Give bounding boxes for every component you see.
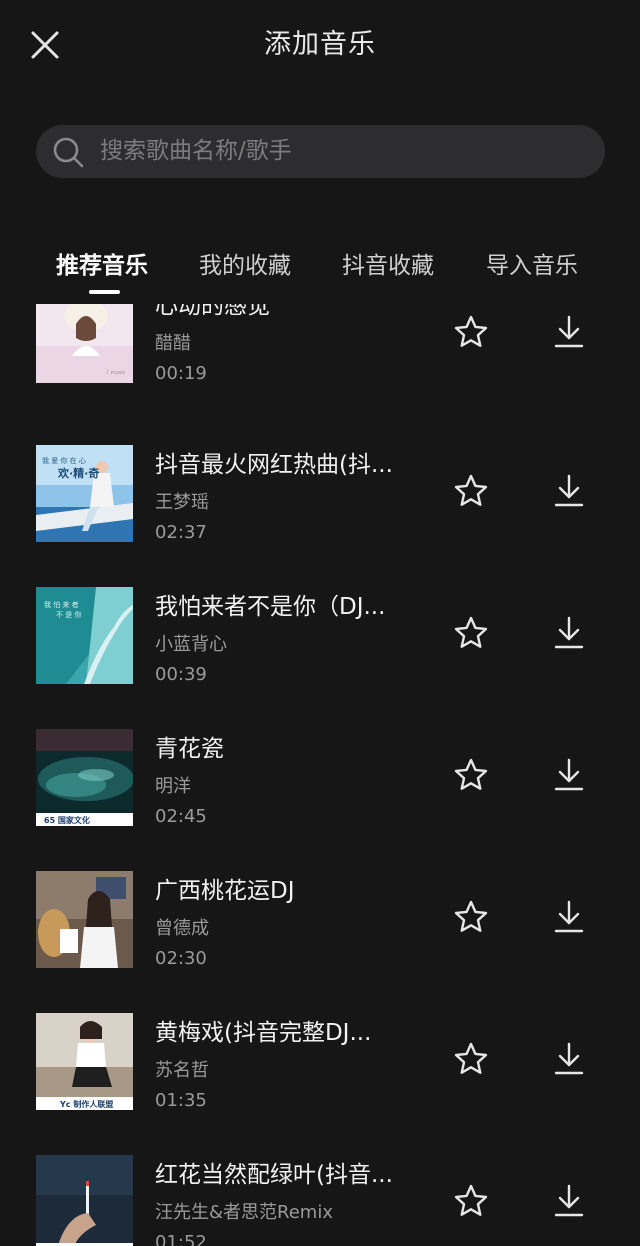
song-item[interactable]: 广西桃花运DJ 曾德成 02:30 [0, 871, 640, 1013]
favorite-button[interactable] [452, 1182, 490, 1220]
song-artist: 明洋 [155, 776, 191, 797]
song-artist: 王梦瑶 [155, 492, 209, 513]
song-list[interactable]: ♪ music 心动的感觉 醋醋 00:19 我 爱 你 在 心 欢·精·奇 抖… [0, 304, 640, 1246]
song-duration: 00:19 [155, 363, 207, 384]
album-cover [36, 1155, 133, 1246]
download-button[interactable] [550, 472, 588, 510]
download-icon [554, 616, 584, 649]
song-title: 红花当然配绿叶(抖音... [155, 1162, 393, 1188]
favorite-button[interactable] [452, 472, 490, 510]
star-icon [454, 1184, 488, 1216]
header-bar: 添加音乐 [0, 0, 640, 92]
star-icon [454, 900, 488, 932]
song-item[interactable]: ♪ music 心动的感觉 醋醋 00:19 [0, 304, 640, 428]
favorite-button[interactable] [452, 313, 490, 351]
star-icon [454, 315, 488, 347]
download-icon [554, 1042, 584, 1075]
svg-text:我 爱 你 在 心: 我 爱 你 在 心 [42, 456, 86, 465]
svg-text:不 是 你: 不 是 你 [56, 610, 81, 619]
svg-text:65 国家文化: 65 国家文化 [44, 815, 90, 825]
star-icon [454, 1042, 488, 1074]
download-button[interactable] [550, 1040, 588, 1078]
song-duration: 01:35 [155, 1090, 207, 1111]
album-cover [36, 871, 133, 968]
song-title: 抖音最火网红热曲(抖... [155, 452, 393, 478]
download-icon [554, 474, 584, 507]
album-cover: 65 国家文化 [36, 729, 133, 826]
tab-import-music[interactable]: 导入音乐 [486, 240, 578, 292]
album-cover: 我 怕 来 者 不 是 你 [36, 587, 133, 684]
song-title: 广西桃花运DJ [155, 878, 295, 904]
album-cover: 我 爱 你 在 心 欢·精·奇 [36, 445, 133, 542]
star-icon [454, 758, 488, 790]
tab-recommended-music[interactable]: 推荐音乐 [56, 240, 148, 292]
download-icon [554, 758, 584, 791]
page-title: 添加音乐 [264, 29, 376, 60]
song-title: 青花瓷 [155, 736, 224, 762]
download-button[interactable] [550, 898, 588, 936]
song-item[interactable]: 我 爱 你 在 心 欢·精·奇 抖音最火网红热曲(抖... 王梦瑶 02:37 [0, 445, 640, 587]
album-cover: ♪ music [36, 304, 133, 383]
song-duration: 00:39 [155, 664, 207, 685]
favorite-button[interactable] [452, 898, 490, 936]
song-item[interactable]: 红花当然配绿叶(抖音... 汪先生&者思范Remix 01:52 [0, 1155, 640, 1246]
download-button[interactable] [550, 614, 588, 652]
song-artist: 小蓝背心 [155, 634, 227, 655]
tab-douyin-favorites[interactable]: 抖音收藏 [342, 240, 434, 292]
song-title: 黄梅戏(抖音完整DJ... [155, 1020, 372, 1046]
star-icon [454, 616, 488, 648]
search-placeholder: 搜索歌曲名称/歌手 [100, 138, 292, 164]
favorite-button[interactable] [452, 1040, 490, 1078]
download-icon [554, 900, 584, 933]
song-duration: 02:30 [155, 948, 207, 969]
download-icon [554, 315, 584, 348]
star-icon [454, 474, 488, 506]
song-title: 心动的感觉 [155, 304, 270, 319]
svg-text:Yc 制作人联盟: Yc 制作人联盟 [59, 1099, 113, 1109]
song-artist: 曾德成 [155, 918, 209, 939]
song-title: 我怕来者不是你（DJ... [155, 594, 386, 620]
song-item[interactable]: 65 国家文化 青花瓷 明洋 02:45 [0, 729, 640, 871]
download-button[interactable] [550, 313, 588, 351]
song-duration: 02:45 [155, 806, 207, 827]
active-tab-indicator [89, 290, 120, 294]
download-button[interactable] [550, 756, 588, 794]
svg-text:♪ music: ♪ music [106, 370, 126, 376]
search-icon [53, 137, 84, 168]
song-item[interactable]: Yc 制作人联盟 黄梅戏(抖音完整DJ... 苏名哲 01:35 [0, 1013, 640, 1155]
tab-my-favorites[interactable]: 我的收藏 [199, 240, 291, 292]
song-duration: 02:37 [155, 522, 207, 543]
favorite-button[interactable] [452, 756, 490, 794]
song-artist: 醋醋 [155, 333, 191, 354]
favorite-button[interactable] [452, 614, 490, 652]
song-duration: 01:52 [155, 1232, 207, 1246]
download-icon [554, 1184, 584, 1217]
song-artist: 汪先生&者思范Remix [155, 1202, 333, 1223]
album-cover: Yc 制作人联盟 [36, 1013, 133, 1110]
svg-text:欢·精·奇: 欢·精·奇 [57, 466, 99, 480]
svg-text:我 怕 来 者: 我 怕 来 者 [44, 600, 79, 609]
download-button[interactable] [550, 1182, 588, 1220]
song-artist: 苏名哲 [155, 1060, 209, 1081]
song-item[interactable]: 我 怕 来 者 不 是 你 我怕来者不是你（DJ... 小蓝背心 00:39 [0, 587, 640, 729]
